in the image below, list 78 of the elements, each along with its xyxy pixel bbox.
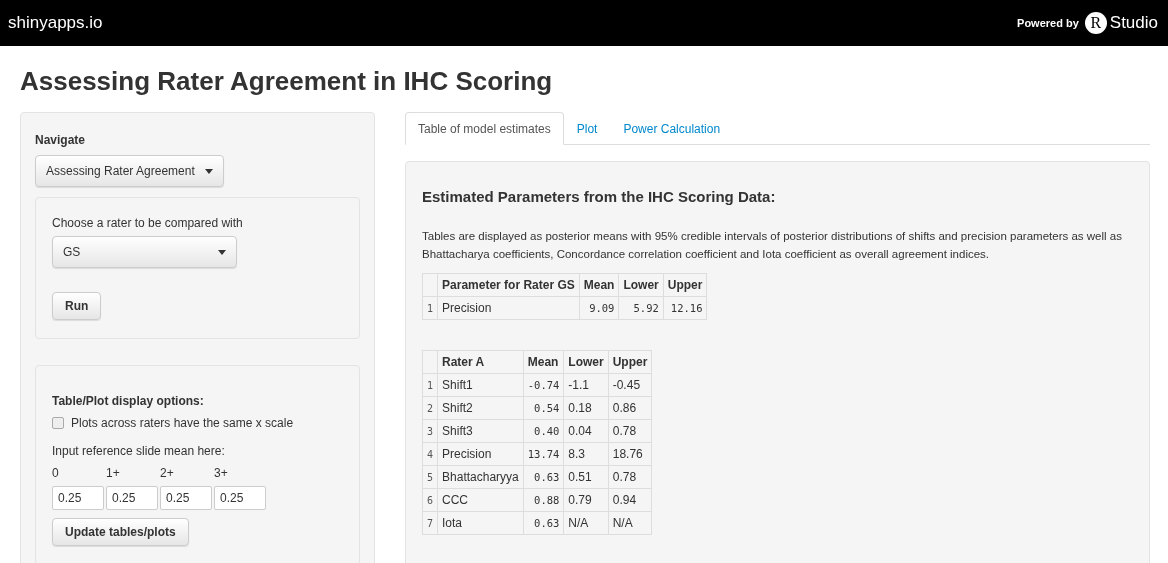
row-number: 3	[422, 419, 438, 443]
table-cell: -0.74	[523, 373, 564, 397]
caret-icon	[204, 168, 213, 174]
table-cell: Shift1	[437, 373, 524, 397]
table-cell: -1.1	[563, 373, 609, 397]
row-number: 1	[422, 296, 438, 320]
row-number: 5	[422, 465, 438, 489]
table-cell: 0.51	[563, 465, 609, 489]
checkbox[interactable]	[52, 417, 64, 429]
table-cell: Precision	[437, 442, 524, 466]
table-cell: 0.79	[563, 488, 609, 512]
table-cell: 0.63	[523, 465, 564, 489]
input-field[interactable]: 0.25	[106, 486, 158, 510]
input-field[interactable]: 0.25	[52, 486, 104, 510]
table-cell: Bhattacharyya	[437, 465, 524, 489]
column-header: Rater A	[437, 350, 524, 374]
column-header: Mean	[579, 273, 619, 297]
powered-by-text: Powered by	[1017, 17, 1079, 29]
column-header: Upper	[663, 273, 707, 297]
table-cell: 0.63	[523, 511, 564, 535]
table-cell: 0.18	[563, 396, 609, 420]
tab[interactable]: Table of model estimates	[405, 112, 564, 145]
input-field[interactable]: 0.25	[214, 486, 266, 510]
table-cell: 9.09	[579, 296, 619, 320]
input-label: 3+	[214, 466, 228, 480]
update-button[interactable]: Update tables/plots	[52, 518, 189, 546]
table-cell: Shift2	[437, 396, 524, 420]
rater-dropdown[interactable]: GS	[52, 236, 237, 268]
input-label: 1+	[106, 466, 120, 480]
table-cell: 18.76	[608, 442, 652, 466]
tab[interactable]: Plot	[563, 112, 611, 145]
column-header: Upper	[608, 350, 652, 374]
table-cell: 0.94	[608, 488, 652, 512]
input-field[interactable]: 0.25	[160, 486, 212, 510]
table-cell: -0.45	[608, 373, 652, 397]
logo-text: Studio	[1109, 13, 1158, 33]
table-cell: 8.3	[563, 442, 609, 466]
table-cell: 0.40	[523, 419, 564, 443]
column-header: Parameter for Rater GS	[437, 273, 580, 297]
logo-badge: R	[1084, 12, 1107, 34]
field-label: Input reference slide mean here:	[52, 444, 225, 458]
table-cell: 0.54	[523, 396, 564, 420]
table-cell: 12.16	[663, 296, 707, 320]
input-label: 2+	[160, 466, 174, 480]
field-label: Navigate	[35, 133, 86, 147]
panel-heading: Estimated Parameters from the IHC Scoring Data:	[422, 188, 777, 205]
page-title: Assessing Rater Agreement in IHC Scoring	[20, 66, 554, 98]
column-header: Lower	[618, 273, 664, 297]
table-cell: 0.88	[523, 488, 564, 512]
row-number: 4	[422, 442, 438, 466]
navigate-dropdown[interactable]: Assessing Rater Agreement	[35, 155, 224, 187]
input-label: 0	[52, 466, 59, 480]
table-cell: N/A	[563, 511, 609, 535]
field-label: Choose a rater to be compared with	[52, 216, 243, 230]
row-number: 2	[422, 396, 438, 420]
column-header: Lower	[563, 350, 609, 374]
description-text: Tables are displayed as posterior means with 95% credible intervals of posterior distributions of shifts and precision parameters as well as Bhattacharya coefficients, Concordance correlation coefficient and Iota coefficient as overall agreement indices.	[422, 229, 1123, 262]
brand-name[interactable]: shinyapps.io	[8, 13, 103, 33]
run-button[interactable]: Run	[52, 292, 102, 320]
row-number: 6	[422, 488, 438, 512]
section-title: Table/Plot display options:	[52, 394, 204, 408]
table-cell: Iota	[437, 511, 524, 535]
table-cell: 13.74	[523, 442, 564, 466]
checkbox-label: Plots across raters have the same x scale	[71, 416, 294, 430]
table-cell: 5.92	[618, 296, 664, 320]
row-number: 7	[422, 511, 438, 535]
table-cell: 0.04	[563, 419, 609, 443]
table-cell: N/A	[608, 511, 652, 535]
caret-icon	[218, 249, 226, 255]
column-header: Mean	[523, 350, 564, 374]
table-cell: CCC	[437, 488, 524, 512]
table-cell: 0.78	[608, 419, 652, 443]
tab[interactable]: Power Calculation	[610, 112, 734, 145]
table-cell: Shift3	[437, 419, 524, 443]
table-cell: 0.78	[608, 465, 652, 489]
table-cell: 0.86	[608, 396, 652, 420]
table-cell: Precision	[437, 296, 580, 320]
row-number: 1	[422, 373, 438, 397]
